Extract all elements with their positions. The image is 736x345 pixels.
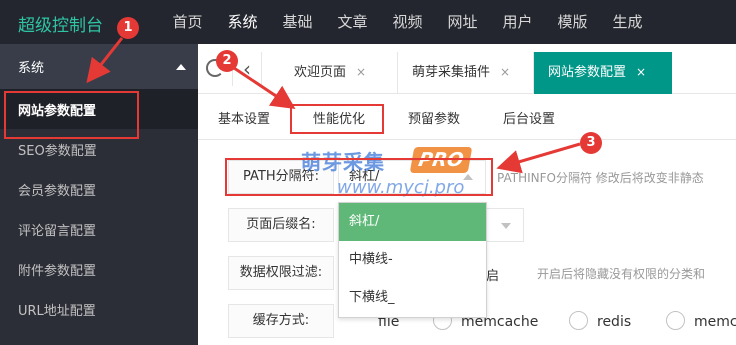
annotation-badge-3: 3 xyxy=(580,132,602,154)
arrow-2 xyxy=(233,66,296,109)
annotation-badge-2: 2 xyxy=(216,50,238,72)
annotation-badge-1: 1 xyxy=(117,17,139,39)
arrow-3 xyxy=(496,142,581,174)
annotation-arrows xyxy=(86,37,581,174)
arrow-1 xyxy=(86,37,124,84)
